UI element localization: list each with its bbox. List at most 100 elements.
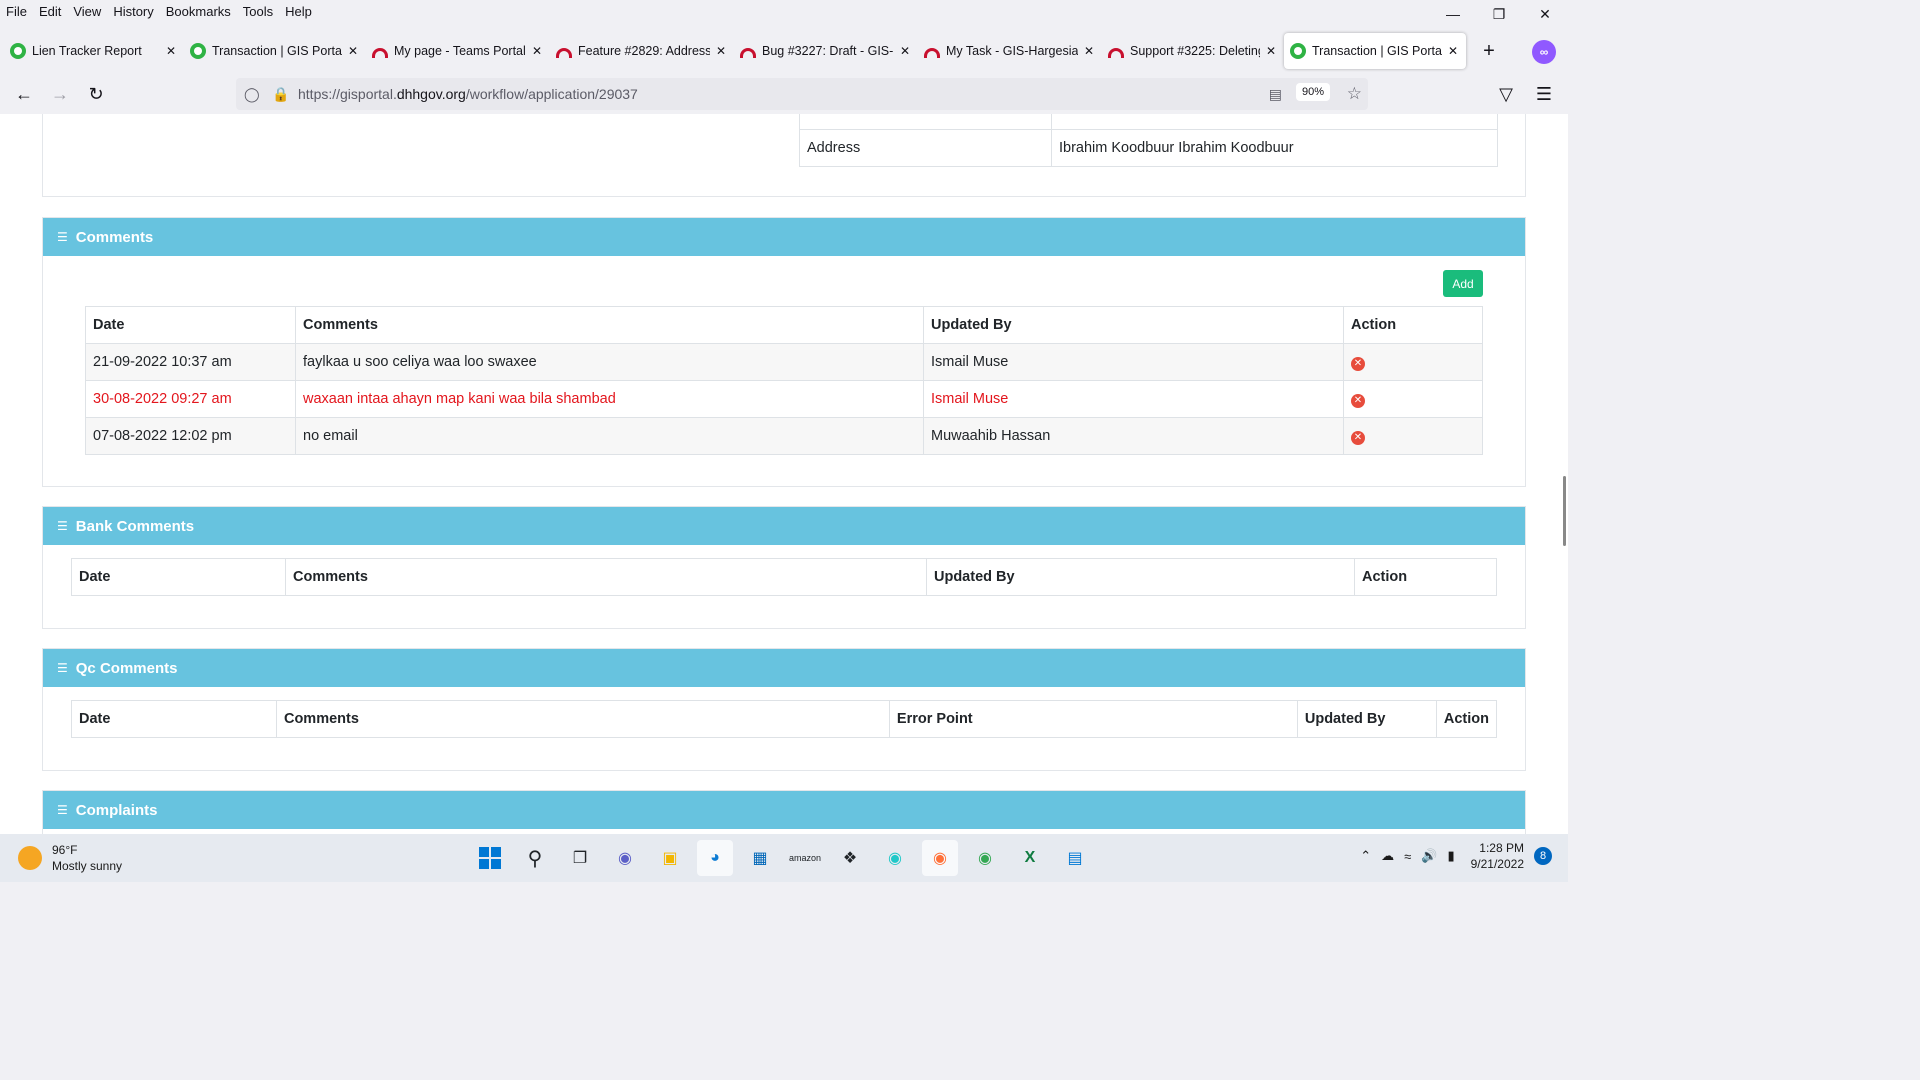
volume-icon[interactable]: 🔊 <box>1421 848 1437 864</box>
wifi-icon[interactable]: ≈ <box>1404 849 1411 864</box>
browser-tab[interactable]: Feature #2829: Address ✕ <box>550 33 734 69</box>
clock[interactable]: 1:28 PM 9/21/2022 <box>1471 840 1524 872</box>
amazon-icon[interactable]: amazon <box>787 840 823 876</box>
comments-table: Date Comments Updated By Action 21-09-20… <box>85 306 1483 455</box>
comment-date: 30-08-2022 09:27 am <box>85 380 296 418</box>
close-tab-icon[interactable]: ✕ <box>166 44 176 58</box>
browser-tab[interactable]: My page - Teams Portal ✕ <box>366 33 550 69</box>
redmine-icon <box>372 48 388 58</box>
clock-date: 9/21/2022 <box>1470 857 1524 871</box>
list-icon: ☰ <box>57 803 68 817</box>
notepad-icon[interactable]: ▤ <box>1057 840 1093 876</box>
table-row: 30-08-2022 09:27 am waxaan intaa ahayn m… <box>85 380 1483 418</box>
restore-icon[interactable]: ❐ <box>1476 0 1522 28</box>
menu-view[interactable]: View <box>67 4 107 19</box>
delete-icon[interactable]: ✕ <box>1351 430 1365 445</box>
onedrive-icon[interactable]: ☁ <box>1381 848 1394 864</box>
qc-comments-table: Date Comments Error Point Updated By Act… <box>71 700 1498 738</box>
url-text[interactable]: https://gisportal.dhhgov.org/workflow/ap… <box>298 86 638 102</box>
menu-history[interactable]: History <box>107 4 159 19</box>
bookmark-star-icon[interactable]: ☆ <box>1347 84 1362 104</box>
weather-widget[interactable]: 96°F Mostly sunny <box>18 842 122 874</box>
notification-badge[interactable]: 8 <box>1534 847 1552 865</box>
bank-comments-table: Date Comments Updated By Action <box>71 558 1497 596</box>
chrome-icon[interactable]: ◉ <box>967 840 1003 876</box>
zoom-level[interactable]: 90% <box>1295 83 1330 101</box>
tab-title: My Task - GIS-Hargesia <box>946 44 1078 58</box>
browser-tab[interactable]: Support #3225: Deleting ✕ <box>1102 33 1284 69</box>
add-comment-button[interactable]: Add <box>1443 270 1483 297</box>
browser-tab[interactable]: Transaction | GIS Portal ✕ <box>184 33 366 69</box>
comment-date: 21-09-2022 10:37 am <box>85 343 296 381</box>
chevron-up-icon[interactable]: ⌃ <box>1360 848 1371 864</box>
comment-updated-by: Ismail Muse <box>923 380 1344 418</box>
tab-title: Lien Tracker Report <box>32 44 142 58</box>
hamburger-menu-icon[interactable]: ☰ <box>1526 78 1562 110</box>
lock-icon[interactable]: 🔒 <box>272 86 289 103</box>
system-tray: ⌃ ☁ ≈ 🔊 ▮ 1:28 PM 9/21/2022 8 <box>1350 840 1552 872</box>
messenger-icon[interactable]: ◉ <box>877 840 913 876</box>
comment-updated-by: Ismail Muse <box>923 343 1344 381</box>
menu-file[interactable]: File <box>0 4 33 19</box>
menu-tools[interactable]: Tools <box>237 4 279 19</box>
gis-portal-icon <box>10 43 26 59</box>
delete-icon[interactable]: ✕ <box>1351 356 1365 371</box>
close-tab-icon[interactable]: ✕ <box>1084 44 1094 58</box>
list-icon: ☰ <box>57 661 68 675</box>
address-value: Ibrahim Koodbuur Ibrahim Koodbuur <box>1051 129 1498 167</box>
menu-bar: File Edit View History Bookmarks Tools H… <box>0 0 1568 22</box>
address-label: Address <box>799 129 1052 167</box>
teams-chat-icon[interactable]: ◉ <box>607 840 643 876</box>
minimize-icon[interactable]: — <box>1430 0 1476 28</box>
gis-portal-icon <box>1290 43 1306 59</box>
close-tab-icon[interactable]: ✕ <box>1266 44 1276 58</box>
close-window-icon[interactable]: ✕ <box>1522 0 1568 28</box>
delete-icon[interactable]: ✕ <box>1351 393 1365 408</box>
tab-strip: Lien Tracker Report ✕ Transaction | GIS … <box>0 32 1568 70</box>
qc-comments-card: ☰ Qc Comments Date Comments Error Point … <box>42 648 1526 771</box>
page-scrollbar[interactable] <box>1563 476 1566 546</box>
battery-icon[interactable]: ▮ <box>1447 848 1454 864</box>
table-row: 07-08-2022 12:02 pm no email Muwaahib Ha… <box>85 417 1483 455</box>
browser-tab[interactable]: Lien Tracker Report ✕ <box>4 33 184 69</box>
complaints-header: ☰ Complaints <box>43 791 1525 829</box>
comments-card: ☰ Comments Add Date Comments Updated By … <box>42 217 1526 487</box>
task-view-icon[interactable]: ❐ <box>562 840 598 876</box>
forward-icon[interactable]: → <box>42 78 78 110</box>
file-explorer-icon[interactable]: ▣ <box>652 840 688 876</box>
close-tab-icon[interactable]: ✕ <box>348 44 358 58</box>
browser-tab-active[interactable]: Transaction | GIS Portal ✕ <box>1284 33 1466 69</box>
close-tab-icon[interactable]: ✕ <box>900 44 910 58</box>
reload-icon[interactable]: ↻ <box>78 78 114 110</box>
close-tab-icon[interactable]: ✕ <box>532 44 542 58</box>
microsoft-store-icon[interactable]: ▦ <box>742 840 778 876</box>
edge-icon[interactable]: ◕ <box>697 840 733 876</box>
column-header: Date <box>71 700 277 738</box>
browser-tab[interactable]: My Task - GIS-Hargesia ✕ <box>918 33 1102 69</box>
menu-help[interactable]: Help <box>279 4 318 19</box>
table-row: 21-09-2022 10:37 am faylkaa u soo celiya… <box>85 343 1483 381</box>
reader-view-icon[interactable]: ▤ <box>1269 86 1282 103</box>
windows-start-icon[interactable] <box>472 840 508 876</box>
tab-title: My page - Teams Portal <box>394 44 526 58</box>
menu-edit[interactable]: Edit <box>33 4 67 19</box>
new-tab-icon[interactable]: + <box>1474 40 1504 63</box>
excel-icon[interactable]: X <box>1012 840 1048 876</box>
browser-tab[interactable]: Bug #3227: Draft - GIS- ✕ <box>734 33 918 69</box>
close-tab-icon[interactable]: ✕ <box>716 44 726 58</box>
bank-comments-title: Bank Comments <box>75 517 195 535</box>
comment-date: 07-08-2022 12:02 pm <box>85 417 296 455</box>
firefox-relay-icon[interactable]: ∞ <box>1532 40 1556 64</box>
shield-icon[interactable]: ◯ <box>244 86 260 103</box>
firefox-icon[interactable]: ◉ <box>922 840 958 876</box>
comment-text: faylkaa u soo celiya waa loo swaxee <box>295 343 924 381</box>
column-header: Comments <box>285 558 927 596</box>
complaints-title: Complaints <box>75 801 158 819</box>
dropbox-icon[interactable]: ❖ <box>832 840 868 876</box>
menu-bookmarks[interactable]: Bookmarks <box>160 4 237 19</box>
pocket-icon[interactable]: ▽ <box>1488 78 1524 110</box>
url-bar[interactable]: ◯ 🔒 https://gisportal.dhhgov.org/workflo… <box>236 78 1368 110</box>
back-icon[interactable]: ← <box>6 78 42 110</box>
search-icon[interactable]: ⚲ <box>517 840 553 876</box>
close-tab-icon[interactable]: ✕ <box>1448 44 1458 58</box>
